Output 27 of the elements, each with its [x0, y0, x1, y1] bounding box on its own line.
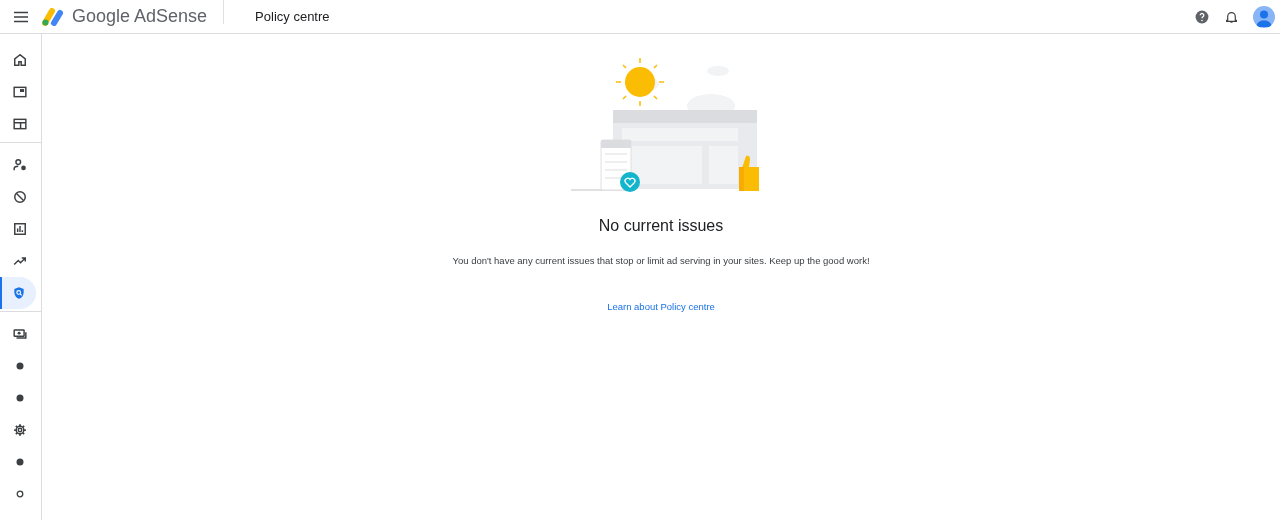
- bar-chart-icon: [13, 222, 27, 236]
- menu-icon: [14, 10, 28, 23]
- ring-icon: [16, 490, 24, 498]
- bell-icon: [1225, 9, 1238, 24]
- person-icon: [13, 158, 27, 172]
- account-avatar[interactable]: [1253, 5, 1275, 28]
- empty-state-heading: No current issues: [598, 216, 724, 236]
- logo-icon: [42, 7, 64, 26]
- block-icon: [13, 190, 27, 204]
- page-title: Policy centre: [255, 7, 330, 26]
- home-icon: [13, 53, 27, 67]
- shield-search-icon: [12, 286, 26, 300]
- dot-icon: [16, 458, 24, 466]
- sidebar-item[interactable]: [0, 277, 36, 309]
- help-button[interactable]: [1195, 9, 1209, 24]
- help-icon: [1195, 9, 1209, 24]
- notifications-button[interactable]: [1225, 9, 1238, 24]
- ad-unit-icon: [13, 85, 27, 99]
- trend-icon: [13, 254, 27, 268]
- layout-icon: [13, 117, 27, 131]
- dot-icon: [16, 362, 24, 370]
- dot-icon: [16, 394, 24, 402]
- money-icon: [13, 327, 27, 341]
- settings-icon: [13, 423, 27, 437]
- empty-state-message: You don't have any current issues that stop or limit ad serving in your sites. Keep up the good work!: [452, 254, 870, 268]
- logo-text: Google AdSense: [72, 5, 208, 28]
- learn-more-link[interactable]: Learn about Policy centre: [607, 300, 715, 315]
